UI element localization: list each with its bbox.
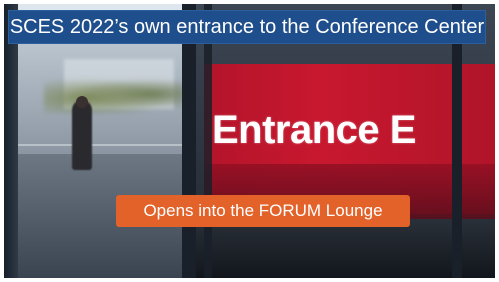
entrance-sign-text: Entrance E xyxy=(212,108,416,152)
walking-person-head xyxy=(76,96,88,108)
railing xyxy=(4,144,194,146)
title-caption-text: SCES 2022’s own entrance to the Conferen… xyxy=(9,15,485,38)
door-frame xyxy=(182,4,196,278)
bottom-caption: Opens into the FORUM Lounge xyxy=(116,195,410,227)
title-caption: SCES 2022’s own entrance to the Conferen… xyxy=(8,10,486,44)
interior-floor xyxy=(194,219,495,278)
background-trees xyxy=(44,74,184,114)
photo-frame: Entrance E xyxy=(4,4,495,278)
walking-person xyxy=(72,100,92,170)
door-frame xyxy=(204,4,212,278)
door-frame xyxy=(452,4,462,278)
bottom-caption-text: Opens into the FORUM Lounge xyxy=(143,201,383,220)
left-post xyxy=(4,4,18,278)
